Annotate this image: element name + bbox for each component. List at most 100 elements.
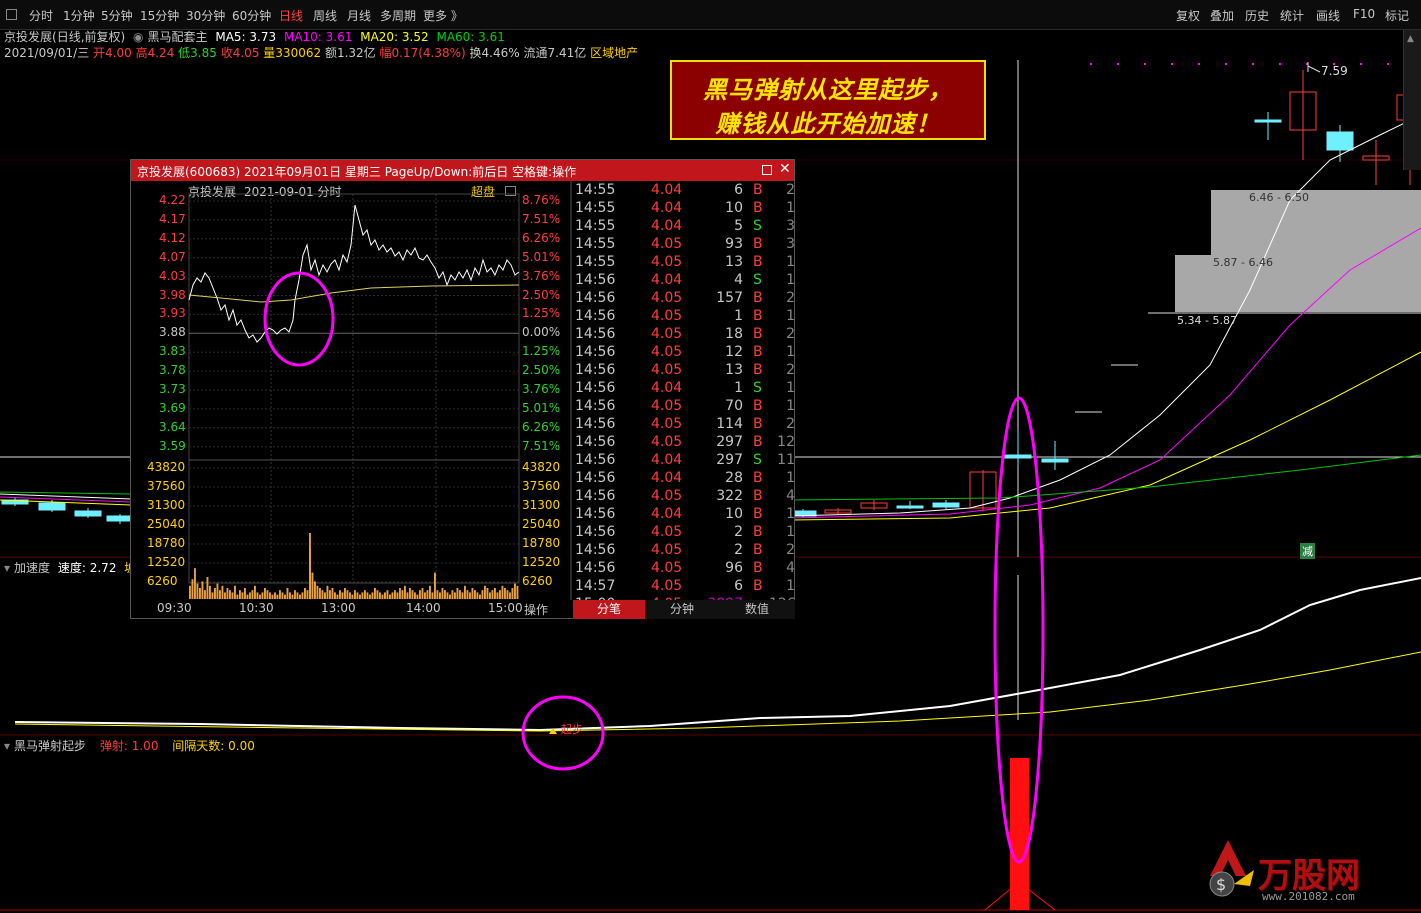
volume-bar bbox=[344, 588, 346, 599]
volume-bar bbox=[191, 579, 194, 599]
tab-fenzhong[interactable]: 分钟 bbox=[645, 600, 719, 619]
volume-bar bbox=[324, 592, 326, 599]
tick-row: 14:56 4.04 10 B 1 bbox=[573, 506, 795, 524]
tick-time: 14:55 bbox=[575, 200, 616, 216]
volume-bar bbox=[476, 592, 479, 599]
tab-fenbi[interactable]: 分笔 bbox=[573, 600, 645, 619]
scroll-up-icon[interactable]: ▲ bbox=[1407, 34, 1417, 44]
volume-bar bbox=[391, 592, 394, 599]
high-pointer bbox=[1307, 65, 1321, 73]
tick-side: B bbox=[753, 416, 763, 432]
annotation-banner: 黑马弹射从这里起步， 赚钱从此开始加速！ bbox=[670, 60, 986, 140]
volume-bar bbox=[406, 592, 409, 599]
tick-side: B bbox=[753, 254, 763, 270]
tick-volume: 5 bbox=[734, 218, 743, 234]
tick-row: 14:56 4.04 1 S 1 bbox=[573, 380, 795, 398]
tick-row: 14:56 4.05 2 B 1 bbox=[573, 524, 795, 542]
tick-time: 14:55 bbox=[575, 254, 616, 270]
tick-count: 1 bbox=[786, 344, 795, 360]
tick-volume: 322 bbox=[716, 488, 743, 504]
volume-bar bbox=[409, 588, 411, 599]
volume-bar bbox=[466, 590, 469, 599]
volume-bar bbox=[194, 568, 196, 599]
tick-count: 4 bbox=[786, 560, 795, 576]
collapse-icon[interactable]: ▾ bbox=[4, 739, 10, 753]
panel2-name[interactable]: 加速度 bbox=[14, 561, 50, 575]
volume-bar bbox=[489, 592, 491, 599]
tick-count: 1 bbox=[786, 470, 795, 486]
volume-bar bbox=[246, 594, 249, 599]
tick-price: 4.05 bbox=[651, 416, 683, 432]
tick-price: 4.04 bbox=[651, 200, 683, 216]
volume-axis-label: 43820 bbox=[522, 460, 561, 474]
tick-price: 4.05 bbox=[651, 236, 683, 252]
volume-bar bbox=[474, 590, 476, 599]
volume-bar bbox=[371, 592, 374, 599]
tick-row: 14:56 4.04 4 S 1 bbox=[573, 272, 795, 290]
volume-bar bbox=[394, 590, 396, 599]
volume-bar bbox=[354, 590, 356, 599]
pct-axis-label: 7.51% bbox=[522, 211, 561, 226]
volume-spike-bar bbox=[309, 548, 311, 599]
vertical-scrollbar[interactable] bbox=[1403, 30, 1421, 170]
tick-side: B bbox=[753, 470, 763, 486]
tick-count: 1 bbox=[786, 578, 795, 594]
tick-time: 14:56 bbox=[575, 272, 616, 288]
volume-bar bbox=[431, 592, 434, 599]
volume-bar bbox=[494, 588, 496, 599]
volume-bar bbox=[349, 592, 351, 599]
tick-price: 4.04 bbox=[651, 218, 683, 234]
operate-button[interactable]: 操作 bbox=[524, 601, 548, 618]
volume-bar bbox=[204, 590, 206, 599]
volume-bar bbox=[226, 588, 229, 599]
volume-bar bbox=[219, 590, 221, 599]
price-axis-label: 4.22 bbox=[159, 193, 186, 207]
tick-row: 14:56 4.05 12 B 1 bbox=[573, 344, 795, 362]
volume-bar bbox=[416, 594, 419, 599]
volume-bar bbox=[269, 592, 271, 599]
pct-axis-label: 5.01% bbox=[522, 400, 561, 415]
tick-count: 1 bbox=[786, 272, 795, 288]
tick-side: B bbox=[753, 398, 763, 414]
panel3-name[interactable]: 黑马弹射起步 bbox=[14, 739, 86, 753]
price-axis-label: 4.03 bbox=[159, 268, 186, 283]
highlight-ellipse bbox=[263, 271, 335, 367]
panel3-interval: 间隔天数: 0.00 bbox=[172, 739, 255, 753]
collapse-icon[interactable]: ▾ bbox=[4, 561, 10, 575]
volume-bar bbox=[206, 577, 209, 599]
volume-bar bbox=[399, 588, 401, 599]
tick-price: 4.04 bbox=[651, 272, 683, 288]
tick-time: 14:56 bbox=[575, 308, 616, 324]
candle-body bbox=[74, 510, 102, 517]
volume-bar bbox=[491, 590, 494, 599]
watermark-url: www.201082.com bbox=[1262, 890, 1355, 903]
intraday-popup[interactable]: 京投发展(600683) 2021年09月01日 星期三 PageUp/Down… bbox=[130, 159, 796, 619]
volume-bar bbox=[451, 590, 454, 599]
tick-volume: 1 bbox=[734, 380, 743, 396]
volume-bar bbox=[429, 585, 431, 599]
tab-shuzhi[interactable]: 数值 bbox=[719, 600, 795, 619]
tick-time: 14:56 bbox=[575, 470, 616, 486]
volume-bar bbox=[241, 592, 244, 599]
tick-time: 14:56 bbox=[575, 344, 616, 360]
tick-price: 4.05 bbox=[651, 254, 683, 270]
volume-bar bbox=[444, 590, 446, 599]
reduce-signal: 减 bbox=[1300, 543, 1315, 559]
volume-bar bbox=[414, 592, 416, 599]
pct-axis-label: 6.26% bbox=[522, 230, 561, 245]
tick-row: 14:55 4.04 5 S 3 bbox=[573, 218, 795, 236]
volume-bar bbox=[199, 588, 201, 599]
intraday-price-line bbox=[188, 204, 520, 343]
volume-bar bbox=[224, 592, 226, 599]
dotted-marker bbox=[1144, 63, 1146, 65]
volume-bar bbox=[311, 572, 314, 599]
volume-bar bbox=[486, 588, 489, 599]
volume-bar bbox=[229, 590, 231, 599]
tick-time: 14:55 bbox=[575, 182, 616, 198]
volume-axis-label: 12520 bbox=[147, 555, 186, 569]
pct-axis-label: 3.76% bbox=[522, 268, 561, 283]
volume-bar bbox=[306, 590, 309, 599]
volume-bar bbox=[209, 585, 211, 599]
volume-axis-label: 37560 bbox=[522, 479, 561, 493]
volume-axis-label: 6260 bbox=[147, 574, 178, 588]
